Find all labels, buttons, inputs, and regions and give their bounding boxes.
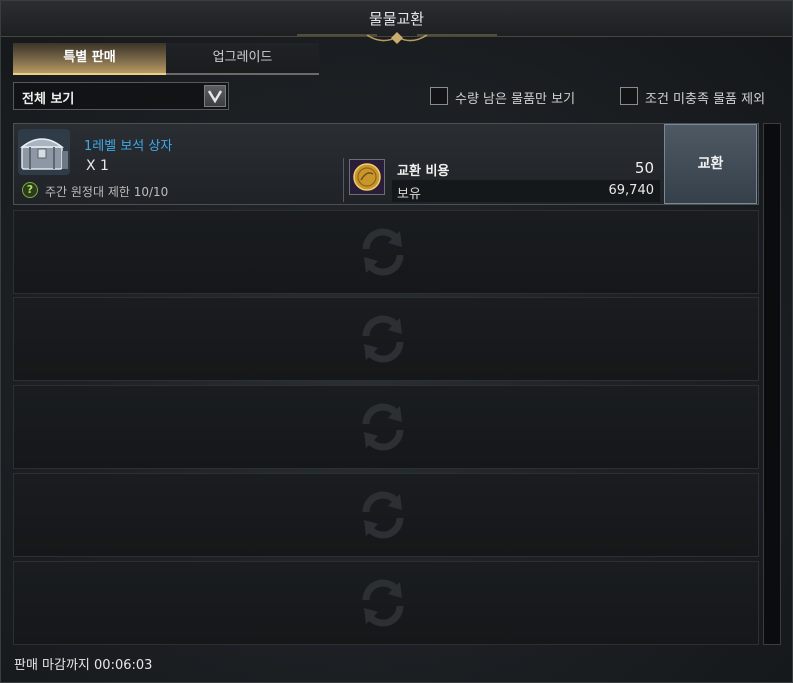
divider <box>343 158 344 202</box>
exchange-arrows-icon <box>362 491 404 539</box>
sale-deadline-timer: 판매 마감까지 00:06:03 <box>14 658 153 673</box>
window-title: 물물교환 <box>368 10 425 28</box>
chevron-down-icon[interactable] <box>204 85 226 107</box>
empty-slot <box>13 385 759 469</box>
exclude-unmet-label: 조건 미충족 물품 제외 <box>645 92 766 107</box>
scrollbar[interactable] <box>763 123 781 645</box>
question-icon[interactable]: ? <box>22 182 38 198</box>
exchange-arrows-icon <box>362 403 404 451</box>
list-item: 1레벨 보석 상자 X 1 ? 주간 원정대 제한 10/10 교환 비용 50… <box>13 123 759 205</box>
jewel-chest-icon <box>18 129 70 175</box>
title-ornament-icon <box>297 32 497 44</box>
empty-slot <box>13 561 759 645</box>
cost-value: 50 <box>634 159 654 177</box>
owned-label: 보유 <box>397 187 421 202</box>
tab-upgrade[interactable]: 업그레이드 <box>166 43 319 75</box>
exchange-button[interactable]: 교환 <box>664 124 757 204</box>
tab-special-sale[interactable]: 특별 판매 <box>13 43 166 75</box>
barter-window: 물물교환 특별 판매 업그레이드 전체 보기 수량 남은 물품만 보기 조건 미… <box>0 0 793 683</box>
gold-coin-icon <box>349 159 385 195</box>
tab-bar: 특별 판매 업그레이드 <box>13 43 319 75</box>
exchange-arrows-icon <box>362 579 404 627</box>
owned-currency: 보유 69,740 <box>392 180 660 202</box>
empty-slot <box>13 210 759 294</box>
title-bar: 물물교환 <box>1 1 792 44</box>
remaining-stock-label: 수량 남은 물품만 보기 <box>455 92 576 107</box>
exchange-arrows-icon <box>362 315 404 363</box>
remaining-stock-checkbox[interactable] <box>430 87 448 105</box>
exchange-arrows-icon <box>362 228 404 276</box>
empty-slot <box>13 297 759 381</box>
view-filter-dropdown[interactable]: 전체 보기 <box>13 82 229 110</box>
view-filter-value: 전체 보기 <box>22 92 75 107</box>
item-name: 1레벨 보석 상자 <box>84 139 173 154</box>
item-quantity: X 1 <box>86 158 109 174</box>
exclude-unmet-checkbox[interactable] <box>620 87 638 105</box>
item-list: 1레벨 보석 상자 X 1 ? 주간 원정대 제한 10/10 교환 비용 50… <box>13 123 759 645</box>
owned-value: 69,740 <box>608 183 655 198</box>
empty-slot <box>13 473 759 557</box>
purchase-limit-text: 주간 원정대 제한 10/10 <box>45 185 169 199</box>
cost-label: 교환 비용 <box>397 164 450 179</box>
